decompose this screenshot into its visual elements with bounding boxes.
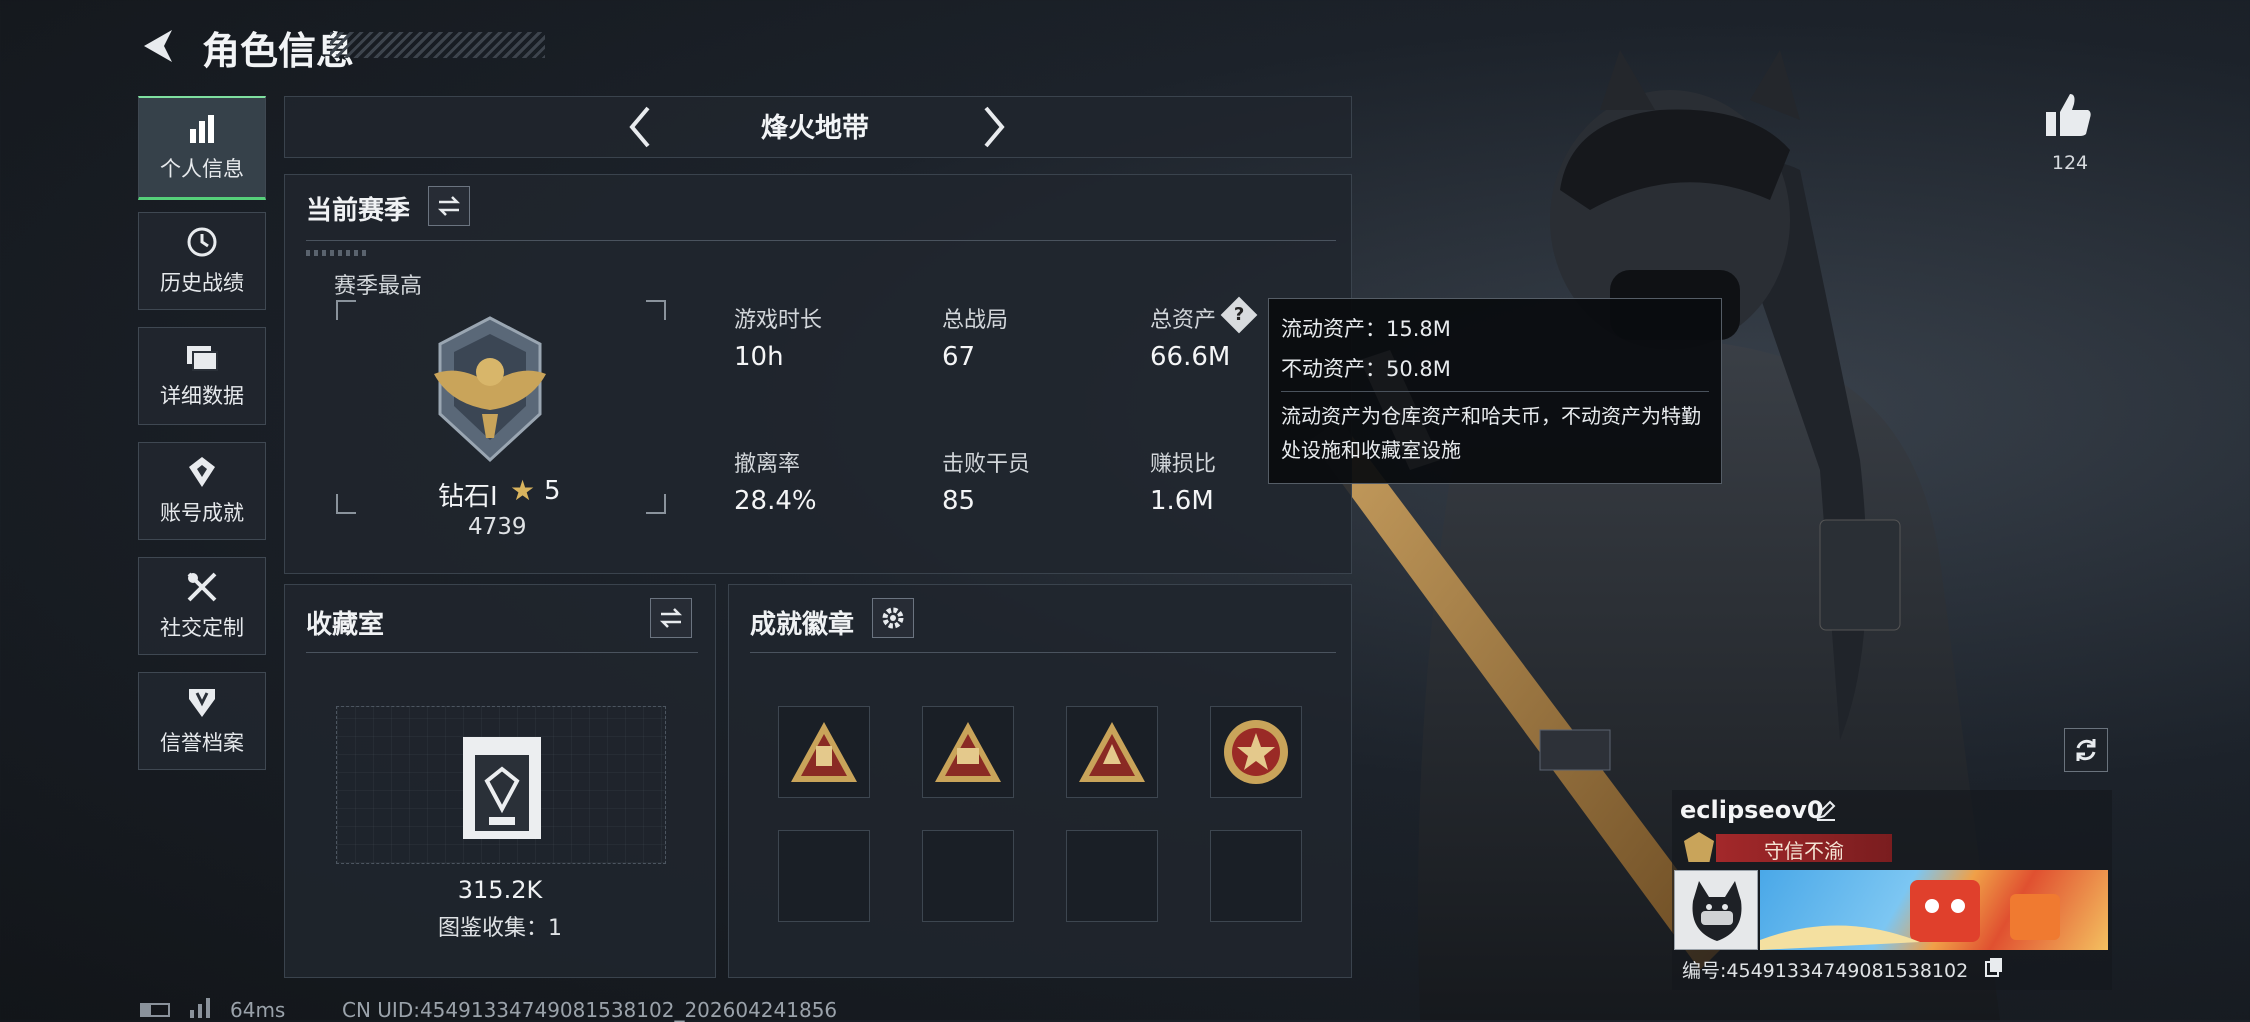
thumbs-up-icon bbox=[2046, 94, 2091, 136]
collection-value: 315.2K bbox=[457, 876, 543, 904]
player-banner[interactable] bbox=[1760, 870, 2108, 950]
badge-slot[interactable] bbox=[1210, 706, 1302, 798]
history-icon bbox=[187, 227, 217, 257]
sidebar-item-reputation[interactable]: 信誉档案 bbox=[138, 672, 266, 770]
bar-chart-icon bbox=[190, 114, 214, 143]
badge-slot-empty[interactable] bbox=[922, 830, 1014, 922]
sidebar-item-label: 账号成就 bbox=[160, 501, 244, 525]
peak-label: 赛季最高 bbox=[334, 274, 423, 299]
sidebar-item-label: 详细数据 bbox=[160, 384, 244, 408]
stat-assets-value: 66.6M bbox=[1150, 342, 1231, 372]
sidebar-item-personal-info[interactable]: 个人信息 bbox=[138, 96, 266, 200]
title-decoration bbox=[330, 32, 545, 58]
avatar[interactable] bbox=[1674, 870, 1758, 950]
badge-triangle-icon bbox=[935, 722, 1001, 782]
season-switch-button[interactable] bbox=[428, 186, 470, 226]
stat-play-time-label: 游戏时长 bbox=[734, 308, 823, 333]
sidebar-item-details[interactable]: 详细数据 bbox=[138, 327, 266, 425]
mode-prev-button[interactable] bbox=[624, 104, 658, 150]
badges-title: 成就徽章 bbox=[750, 610, 855, 640]
mode-label: 烽火地带 bbox=[761, 113, 869, 144]
ping-text: 64ms bbox=[230, 998, 286, 1022]
like-button[interactable] bbox=[2042, 90, 2098, 146]
badge-round-icon bbox=[1224, 720, 1288, 784]
stat-matches-label: 总战局 bbox=[942, 308, 1009, 333]
decor-dashes bbox=[306, 250, 366, 256]
stat-kills-label: 击败干员 bbox=[942, 452, 1031, 477]
stat-assets-label: 总资产 bbox=[1150, 308, 1217, 333]
star-icon: ★ bbox=[510, 474, 536, 507]
swap-icon bbox=[437, 196, 461, 216]
rank-name: 钻石Ⅰ bbox=[438, 482, 498, 512]
sidebar-item-social[interactable]: 社交定制 bbox=[138, 557, 266, 655]
copy-icon bbox=[1985, 958, 2002, 977]
sidebar-item-label: 个人信息 bbox=[160, 156, 244, 181]
battery-icon bbox=[140, 1003, 170, 1017]
collection-count: 图鉴收集：1 bbox=[438, 916, 562, 941]
collection-preview[interactable] bbox=[336, 706, 666, 864]
achievement-icon bbox=[189, 457, 215, 487]
avatar-cat-icon bbox=[1692, 881, 1742, 941]
badge-slot-empty[interactable] bbox=[1066, 830, 1158, 922]
signal-icon bbox=[190, 998, 210, 1018]
stat-extract-rate-label: 撤离率 bbox=[734, 452, 801, 477]
sidebar-item-label: 历史战绩 bbox=[160, 271, 244, 295]
tooltip-fixed: 不动资产：50.8M bbox=[1281, 357, 1451, 381]
sidebar-item-label: 社交定制 bbox=[160, 616, 244, 640]
chevron-right-icon bbox=[984, 106, 1005, 148]
season-title: 当前赛季 bbox=[306, 196, 411, 226]
player-name: eclipseov0 bbox=[1680, 796, 1824, 824]
assets-tooltip: 流动资产：15.8M 不动资产：50.8M 流动资产为仓库资产和哈夫币，不动资产… bbox=[1268, 298, 1722, 484]
badge-slot[interactable] bbox=[1066, 706, 1158, 798]
badge-slot-empty[interactable] bbox=[1210, 830, 1302, 922]
rank-emblem-icon bbox=[434, 316, 546, 463]
sidebar-item-label: 信誉档案 bbox=[160, 731, 244, 755]
refresh-icon bbox=[2076, 739, 2096, 761]
collection-title: 收藏室 bbox=[306, 610, 385, 640]
stat-profit-ratio-label: 赚损比 bbox=[1150, 452, 1217, 477]
collection-switch-button[interactable] bbox=[650, 598, 692, 638]
badge-slot[interactable] bbox=[922, 706, 1014, 798]
tooltip-description: 流动资产为仓库资产和哈夫币，不动资产为特勤处设施和收藏室设施 bbox=[1281, 404, 1701, 462]
folder-icon bbox=[187, 346, 218, 371]
stat-profit-ratio-value: 1.6M bbox=[1150, 486, 1214, 516]
badges-settings-button[interactable] bbox=[872, 598, 914, 638]
sidebar-item-history[interactable]: 历史战绩 bbox=[138, 212, 266, 310]
stat-matches-value: 67 bbox=[942, 342, 976, 372]
stat-kills-value: 85 bbox=[942, 486, 976, 516]
uid-text: CN UID:45491334749081538102_202604241856 bbox=[342, 998, 838, 1022]
player-title: 守信不渝 bbox=[1764, 839, 1844, 863]
mode-next-button[interactable] bbox=[976, 104, 1010, 150]
edit-icon bbox=[1816, 800, 1836, 821]
swap-icon bbox=[659, 608, 683, 628]
tools-icon bbox=[187, 572, 217, 602]
gear-icon bbox=[882, 607, 904, 629]
back-arrow-icon bbox=[144, 30, 172, 62]
badge-slot-empty[interactable] bbox=[778, 830, 870, 922]
banner-art-icon bbox=[1760, 880, 2060, 950]
badge-slot[interactable] bbox=[778, 706, 870, 798]
edit-name-button[interactable] bbox=[1814, 798, 1840, 824]
stat-play-time-value: 10h bbox=[734, 342, 784, 372]
tooltip-liquid: 流动资产：15.8M bbox=[1281, 317, 1451, 341]
copy-id-button[interactable] bbox=[1984, 956, 2006, 978]
like-count: 124 bbox=[2051, 152, 2089, 174]
shield-icon bbox=[189, 689, 215, 717]
rank-stars: 5 bbox=[544, 476, 561, 506]
rotate-model-button[interactable] bbox=[2064, 728, 2108, 772]
badge-triangle-icon bbox=[791, 722, 857, 782]
stat-extract-rate-value: 28.4% bbox=[734, 486, 817, 516]
rank-score: 4739 bbox=[468, 514, 527, 540]
chevron-left-icon bbox=[629, 106, 650, 148]
sidebar-item-achievements[interactable]: 账号成就 bbox=[138, 442, 266, 540]
player-id: 编号:45491334749081538102 bbox=[1682, 960, 1969, 982]
badge-triangle-icon bbox=[1079, 722, 1145, 782]
back-button[interactable] bbox=[138, 24, 178, 68]
vault-icon bbox=[463, 737, 541, 839]
